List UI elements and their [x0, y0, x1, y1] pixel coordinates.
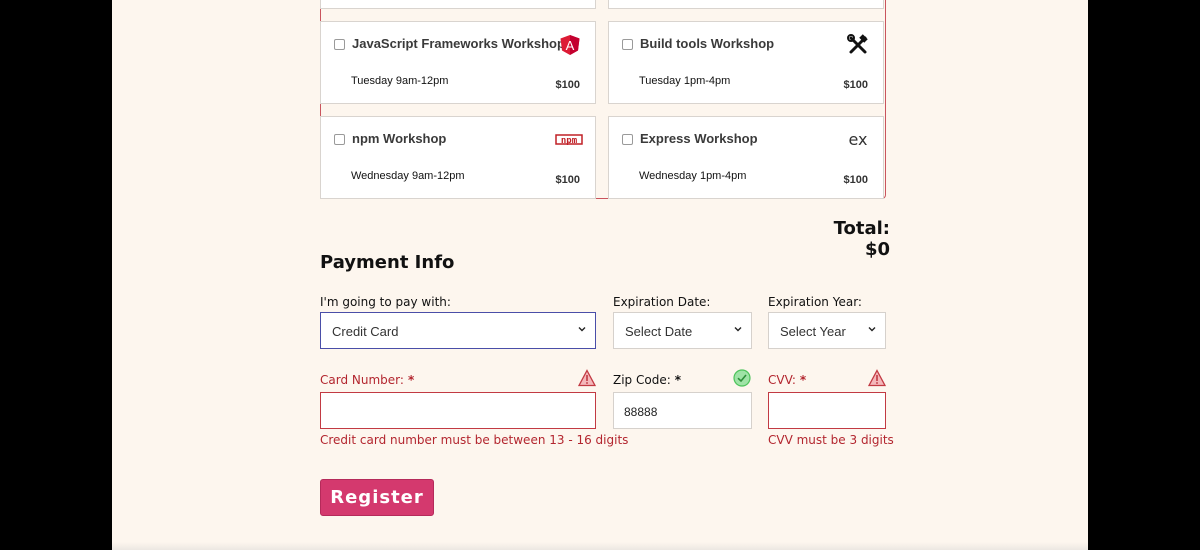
required-marker: *: [407, 373, 415, 387]
chevron-down-icon: [578, 327, 586, 332]
activity-card[interactable]: npm Workshop Wednesday 9am-12pm $100 npm: [320, 116, 596, 199]
activity-name: Build tools Workshop: [640, 36, 775, 51]
exp-date-label: Expiration Date:: [613, 295, 711, 309]
activity-price: $100: [555, 79, 580, 91]
page: JavaScript Frameworks Workshop Tuesday 9…: [112, 0, 1088, 550]
activity-card-stub: [320, 0, 596, 9]
activity-time: Tuesday 1pm-4pm: [639, 75, 731, 87]
zip-label-text: Zip Code:: [613, 373, 671, 387]
activity-time: Wednesday 1pm-4pm: [639, 170, 747, 182]
activity-checkbox[interactable]: [622, 39, 633, 50]
exp-year-label: Expiration Year:: [768, 295, 862, 309]
page-bottom-edge: [112, 542, 1088, 550]
payment-method-value: Credit Card: [332, 324, 399, 339]
activity-checkbox[interactable]: [622, 134, 633, 145]
payment-section-title: Payment Info: [320, 252, 455, 273]
tools-icon: [847, 34, 868, 54]
angular-icon: A: [560, 35, 580, 55]
activity-checkbox[interactable]: [334, 134, 345, 145]
activity-time: Tuesday 9am-12pm: [351, 75, 449, 87]
required-marker: *: [799, 373, 807, 387]
activity-name: Express Workshop: [640, 131, 758, 146]
svg-text:npm: npm: [561, 136, 578, 146]
activity-price: $100: [555, 174, 580, 186]
total-cost: Total: $0: [833, 218, 890, 260]
required-marker: *: [674, 373, 682, 387]
activity-price: $100: [843, 79, 868, 91]
activity-name: JavaScript Frameworks Workshop: [352, 36, 565, 51]
svg-text:ex: ex: [848, 130, 867, 149]
cvv-input[interactable]: [768, 392, 886, 429]
svg-text:A: A: [566, 38, 575, 53]
zip-input[interactable]: 88888: [613, 392, 752, 429]
card-number-input[interactable]: [320, 392, 596, 429]
activity-card[interactable]: Build tools Workshop Tuesday 1pm-4pm $10…: [608, 21, 884, 104]
warning-icon: [578, 369, 596, 387]
register-button[interactable]: Register: [320, 479, 434, 516]
activity-card[interactable]: Express Workshop Wednesday 1pm-4pm $100 …: [608, 116, 884, 199]
chevron-down-icon: [868, 327, 876, 332]
activity-time: Wednesday 9am-12pm: [351, 170, 465, 182]
activity-price: $100: [843, 174, 868, 186]
activities-fieldset: JavaScript Frameworks Workshop Tuesday 9…: [320, 0, 886, 199]
exp-year-value: Select Year: [780, 324, 846, 339]
activity-card[interactable]: JavaScript Frameworks Workshop Tuesday 9…: [320, 21, 596, 104]
cvv-error: CVV must be 3 digits: [768, 433, 894, 447]
card-number-label: Card Number: *: [320, 373, 414, 387]
valid-check-icon: [733, 369, 751, 387]
activity-card-stub: [608, 0, 884, 9]
card-number-label-text: Card Number:: [320, 373, 404, 387]
exp-date-select[interactable]: Select Date: [613, 312, 752, 349]
card-number-error: Credit card number must be between 13 - …: [320, 433, 629, 447]
npm-icon: npm: [555, 134, 583, 146]
chevron-down-icon: [734, 327, 742, 332]
payment-method-select[interactable]: Credit Card: [320, 312, 596, 349]
cvv-label-text: CVV:: [768, 373, 796, 387]
payment-method-label: I'm going to pay with:: [320, 295, 451, 309]
cvv-label: CVV: *: [768, 373, 806, 387]
activity-checkbox[interactable]: [334, 39, 345, 50]
warning-icon: [868, 369, 886, 387]
activity-name: npm Workshop: [352, 131, 447, 146]
exp-date-value: Select Date: [625, 324, 693, 339]
express-icon: ex: [848, 130, 867, 149]
exp-year-select[interactable]: Select Year: [768, 312, 886, 349]
zip-label: Zip Code: *: [613, 373, 681, 387]
